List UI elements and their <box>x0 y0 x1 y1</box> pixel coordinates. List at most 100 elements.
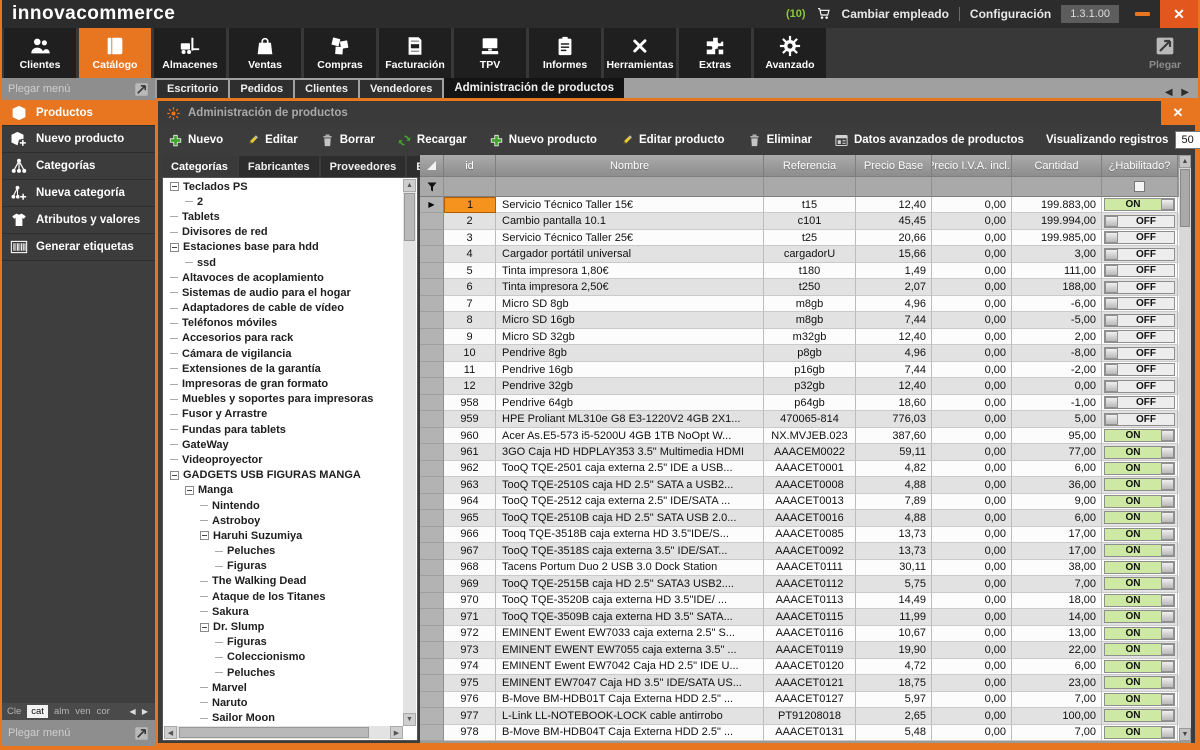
cell-referencia[interactable]: p32gb <box>764 378 856 395</box>
row-selector-cell[interactable] <box>420 279 444 296</box>
tab-pedidos[interactable]: Pedidos <box>230 80 294 98</box>
tree-vertical-scrollbar[interactable]: ▲ ▼ <box>403 179 416 726</box>
cell-precio-base[interactable]: 7,44 <box>856 361 932 379</box>
toolbar-button-recargar[interactable]: Recargar <box>397 133 467 148</box>
cell-id[interactable]: 974 <box>444 658 496 676</box>
enabled-toggle[interactable]: ON <box>1104 478 1175 492</box>
tree-item[interactable]: Videoproyector <box>164 452 403 467</box>
category-tab-fabricantes[interactable]: Fabricantes <box>238 156 319 177</box>
table-row[interactable]: 3 Servicio Técnico Taller 25€ t25 20,66 0,00… <box>420 229 1179 247</box>
ribbon-item-ventas[interactable]: Ventas <box>229 28 301 78</box>
filter-cell[interactable] <box>856 177 932 197</box>
cell-cantidad[interactable]: 6,00 <box>1012 658 1102 676</box>
cell-referencia[interactable]: AAACET0127 <box>764 691 856 709</box>
cell-id[interactable]: 3 <box>444 229 496 247</box>
cell-id[interactable]: 973 <box>444 642 496 659</box>
row-selector-cell[interactable] <box>420 559 444 577</box>
enabled-toggle[interactable]: OFF <box>1104 379 1175 393</box>
tree-item[interactable]: Fundas para tablets <box>164 422 403 437</box>
row-selector-cell[interactable] <box>420 708 444 725</box>
row-selector-cell[interactable] <box>420 378 444 395</box>
row-selector-cell[interactable] <box>420 592 444 610</box>
cell-id[interactable]: 958 <box>444 394 496 412</box>
cell-referencia[interactable]: AAACET0092 <box>764 543 856 560</box>
table-row[interactable]: 4 Cargador portátil universal cargadorU 15,… <box>420 246 1179 263</box>
table-row[interactable]: 970 TooQ TQE-3520B caja externa HD 3.5"ID… <box>420 592 1179 610</box>
row-selector-cell[interactable] <box>420 526 444 544</box>
cell-cantidad[interactable]: 111,00 <box>1012 262 1102 280</box>
tree-item[interactable]: GADGETS USB FIGURAS MANGA <box>164 468 403 483</box>
table-row[interactable]: 968 Tacens Portum Duo 2 USB 3.0 Dock Stat… <box>420 559 1179 577</box>
cell-nombre[interactable]: TooQ TQE-3509B caja externa HD 3.5" SATA… <box>496 609 764 626</box>
cell-referencia[interactable]: t25 <box>764 229 856 247</box>
mini-tab-scroll-arrows[interactable]: ◀ ▶ <box>129 707 150 716</box>
cell-id[interactable]: 1 <box>444 197 496 214</box>
collapse-box-icon[interactable] <box>170 470 179 480</box>
cell-precio-base[interactable]: 5,48 <box>856 724 932 741</box>
row-selector-cell[interactable] <box>420 345 444 362</box>
cell-precio-iva[interactable]: 0,00 <box>932 477 1012 494</box>
table-row[interactable]: 975 EMINENT EW7047 Caja HD 3.5" IDE/SATA … <box>420 675 1179 692</box>
cell-precio-base[interactable]: 45,45 <box>856 213 932 230</box>
cell-cantidad[interactable]: 5,00 <box>1012 411 1102 428</box>
tree-item[interactable]: Peluches <box>164 544 403 559</box>
tree-item[interactable]: Ataque de los Titanes <box>164 589 403 604</box>
cell-precio-base[interactable]: 15,66 <box>856 246 932 263</box>
toolbar-button-editar-producto[interactable]: Editar producto <box>619 133 725 148</box>
table-row[interactable]: 2 Cambio pantalla 10.1 c101 45,45 0,00 199.99… <box>420 213 1179 230</box>
cell-cantidad[interactable]: -2,00 <box>1012 361 1102 379</box>
enabled-toggle[interactable]: ON <box>1104 593 1175 607</box>
toolbar-button-datos-avanzados-de-productos[interactable]: Datos avanzados de productos <box>834 133 1024 148</box>
enabled-toggle[interactable]: OFF <box>1104 313 1175 327</box>
cell-id[interactable]: 978 <box>444 724 496 741</box>
cell-nombre[interactable]: TooQ TQE-3520B caja externa HD 3.5"IDE/ … <box>496 592 764 610</box>
toolbar-button-editar[interactable]: Editar <box>245 133 298 148</box>
cell-nombre[interactable]: B-Move BM-HDB01T Caja Externa HDD 2.5" .… <box>496 691 764 709</box>
ribbon-item-avanzado[interactable]: Avanzado <box>754 28 826 78</box>
cell-precio-base[interactable]: 4,88 <box>856 477 932 494</box>
cell-precio-iva[interactable]: 0,00 <box>932 213 1012 230</box>
cell-cantidad[interactable]: 77,00 <box>1012 444 1102 461</box>
cell-precio-iva[interactable]: 0,00 <box>932 642 1012 659</box>
cell-nombre[interactable]: TooQ TQE-2512 caja externa 2.5" IDE/SATA… <box>496 493 764 511</box>
cell-nombre[interactable]: Tooq TQE-3518B caja externa HD 3.5"IDE/S… <box>496 526 764 544</box>
cell-referencia[interactable]: 470065-814 <box>764 411 856 428</box>
tree-item[interactable]: Teléfonos móviles <box>164 316 403 331</box>
row-selector-cell[interactable] <box>420 658 444 676</box>
ribbon-item-almacenes[interactable]: Almacenes <box>154 28 226 78</box>
cell-nombre[interactable]: Micro SD 16gb <box>496 312 764 329</box>
cell-precio-iva[interactable]: 0,00 <box>932 229 1012 247</box>
row-selector-cell[interactable] <box>420 724 444 741</box>
cell-cantidad[interactable]: -8,00 <box>1012 345 1102 362</box>
cell-precio-iva[interactable]: 0,00 <box>932 658 1012 676</box>
tree-item[interactable]: Teclados PS <box>164 179 403 194</box>
cell-precio-base[interactable]: 387,60 <box>856 427 932 445</box>
cell-precio-iva[interactable]: 0,00 <box>932 625 1012 643</box>
cell-nombre[interactable]: Tacens Portum Duo 2 USB 3.0 Dock Station <box>496 559 764 577</box>
cell-precio-base[interactable]: 19,90 <box>856 642 932 659</box>
change-employee-link[interactable]: Cambiar empleado <box>842 7 949 21</box>
table-row[interactable]: 959 HPE Proliant ML310e G8 E3-1220V2 4GB … <box>420 411 1179 428</box>
cell-precio-iva[interactable]: 0,00 <box>932 444 1012 461</box>
cell-cantidad[interactable]: 6,00 <box>1012 460 1102 478</box>
tree-item[interactable]: Manga <box>164 483 403 498</box>
enabled-toggle[interactable]: ON <box>1104 626 1175 640</box>
cell-cantidad[interactable]: 23,00 <box>1012 675 1102 692</box>
filter-cell[interactable] <box>764 177 856 197</box>
toolbar-button-nuevo-producto[interactable]: Nuevo producto <box>489 133 597 148</box>
sidebar-item-nuevo-producto[interactable]: Nuevo producto <box>2 126 155 153</box>
ribbon-item-tpv[interactable]: TPV <box>454 28 526 78</box>
row-selector-cell[interactable] <box>420 543 444 560</box>
table-row[interactable]: 8 Micro SD 16gb m8gb 7,44 0,00 -5,00 OFF <box>420 312 1179 329</box>
tab-clientes[interactable]: Clientes <box>295 80 358 98</box>
row-selector-cell[interactable] <box>420 361 444 379</box>
table-row[interactable]: 974 EMINENT Ewent EW7042 Caja HD 2.5" IDE… <box>420 658 1179 676</box>
tree-horizontal-scrollbar[interactable]: ◀ ▶ <box>164 726 403 739</box>
cell-precio-iva[interactable]: 0,00 <box>932 394 1012 412</box>
scroll-right-icon[interactable]: ▶ <box>390 726 403 739</box>
cell-id[interactable]: 7 <box>444 295 496 313</box>
cell-precio-base[interactable]: 7,44 <box>856 312 932 329</box>
cell-referencia[interactable]: AAACET0131 <box>764 724 856 741</box>
cell-referencia[interactable]: AAACET0119 <box>764 642 856 659</box>
cell-precio-iva[interactable]: 0,00 <box>932 427 1012 445</box>
